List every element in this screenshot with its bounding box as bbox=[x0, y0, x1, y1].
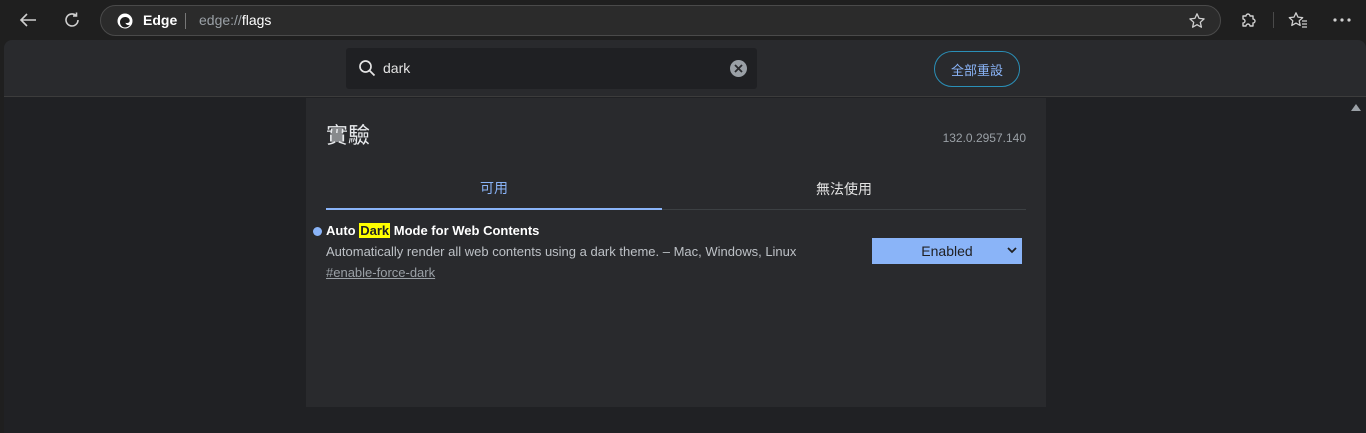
flag-title-prefix: Auto bbox=[326, 223, 360, 238]
address-bar[interactable]: Edge edge://flags bbox=[100, 5, 1221, 36]
flag-anchor-link[interactable]: #enable-force-dark bbox=[326, 265, 1026, 280]
back-arrow-icon bbox=[19, 13, 36, 27]
flags-page: dark 全部重設 實驗 132.0.2957.140 可用 無法使用 Auto… bbox=[4, 40, 1366, 433]
scrollbar[interactable] bbox=[1346, 97, 1366, 433]
favorites-icon bbox=[1288, 12, 1307, 28]
chevron-down-icon bbox=[1007, 247, 1017, 254]
modified-indicator-dot bbox=[313, 227, 322, 236]
omnibox-divider bbox=[185, 13, 186, 29]
tab-unavailable[interactable]: 無法使用 bbox=[662, 168, 1026, 210]
url-scheme: edge:// bbox=[199, 12, 242, 28]
url-host: flags bbox=[241, 12, 272, 28]
flag-state-select[interactable]: Enabled bbox=[872, 238, 1022, 264]
edge-logo-icon bbox=[117, 13, 133, 29]
close-icon bbox=[734, 64, 743, 73]
toolbar-divider bbox=[1273, 12, 1274, 28]
ellipsis-icon bbox=[1333, 18, 1351, 22]
experiments-panel: 實驗 132.0.2957.140 可用 無法使用 Auto Dark Mode… bbox=[306, 98, 1046, 407]
extensions-button[interactable] bbox=[1233, 5, 1265, 35]
reload-button[interactable] bbox=[56, 5, 88, 35]
tab-bar: 可用 無法使用 bbox=[326, 168, 1026, 210]
flag-title-suffix: Mode for Web Contents bbox=[390, 223, 540, 238]
version-label: 132.0.2957.140 bbox=[942, 131, 1026, 145]
url-text[interactable]: edge://flags bbox=[199, 12, 271, 28]
reload-icon bbox=[65, 12, 79, 27]
settings-menu-button[interactable] bbox=[1326, 5, 1358, 35]
search-highlight: Dark bbox=[359, 223, 391, 238]
search-icon bbox=[359, 60, 376, 77]
search-value[interactable]: dark bbox=[383, 60, 410, 76]
star-icon[interactable] bbox=[1188, 12, 1206, 30]
browser-brand-label: Edge bbox=[143, 12, 178, 28]
puzzle-icon bbox=[1242, 13, 1256, 27]
page-title: 實驗 bbox=[326, 124, 371, 149]
scroll-up-arrow-icon[interactable] bbox=[1351, 104, 1361, 111]
back-button[interactable] bbox=[12, 5, 44, 35]
flag-title: Auto Dark Mode for Web Contents bbox=[326, 223, 1026, 238]
flags-header: dark 全部重設 bbox=[4, 40, 1366, 97]
favorites-button[interactable] bbox=[1282, 5, 1314, 35]
flag-state-value: Enabled bbox=[921, 243, 973, 259]
reset-all-button[interactable]: 全部重設 bbox=[934, 51, 1020, 87]
browser-toolbar: Edge edge://flags bbox=[0, 0, 1366, 40]
search-input[interactable]: dark bbox=[346, 48, 757, 89]
tab-available[interactable]: 可用 bbox=[326, 168, 662, 210]
clear-search-button[interactable] bbox=[730, 60, 747, 77]
